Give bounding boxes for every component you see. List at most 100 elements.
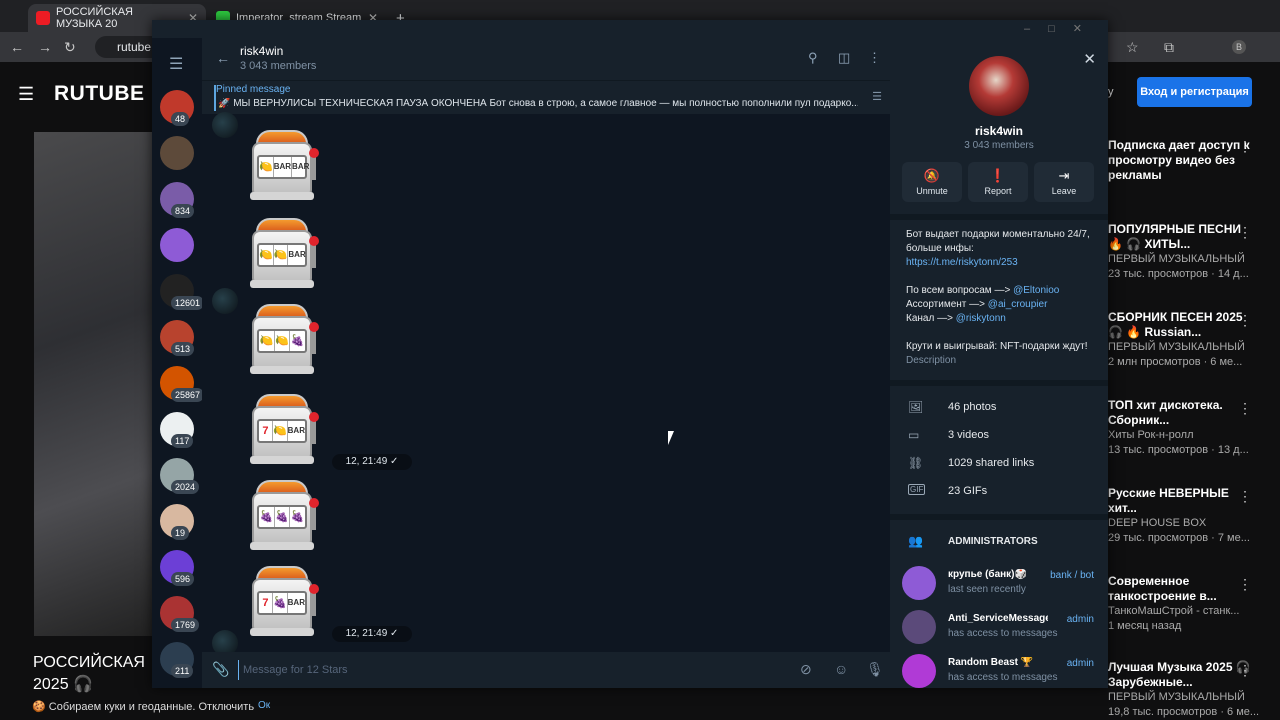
slot-reel: BAR — [288, 250, 306, 259]
window-controls[interactable]: –□✕ — [1024, 22, 1100, 35]
more-menu-icon[interactable]: ⋮ — [868, 50, 881, 66]
media-label: 1029 shared links — [948, 457, 1035, 469]
emoji-icon[interactable]: ☺ — [834, 661, 848, 677]
rutube-logo[interactable]: RUTUBE — [54, 82, 145, 106]
avatar — [902, 654, 936, 688]
slot-machine-sticker[interactable]: 7 🍋 BAR — [248, 394, 322, 468]
video-card[interactable]: Современное танкостроение в... ТанкоМашСт… — [1108, 574, 1256, 634]
kebab-icon[interactable]: ⋮ — [1238, 576, 1252, 593]
video-card[interactable]: СБОРНИК ПЕСЕН 2025 🎧 🔥 Russian... ПЕРВЫЙ … — [1108, 310, 1256, 370]
unread-badge: 2024 — [171, 480, 200, 494]
slot-reel: 🍇 — [275, 507, 291, 527]
slot-reel: BAR — [287, 598, 305, 607]
microphone-icon[interactable]: 🎙 — [866, 661, 884, 678]
message-input[interactable] — [238, 660, 758, 680]
kebab-icon[interactable]: ⋮ — [1238, 312, 1252, 329]
media-videos-row[interactable]: ▭ 3 videos — [890, 424, 1108, 446]
video-card-meta: DEEP HOUSE BOX 29 тыс. просмотров · 7 ме… — [1108, 517, 1250, 544]
slot-reel: 🍋 — [259, 245, 274, 265]
slot-reels: 🍋 🍋 🍇 — [257, 329, 307, 353]
message-timestamp: 12, 21:49 ✓ — [332, 626, 412, 642]
pinned-message-bar[interactable]: Pinned message 🚀 МЫ ВЕРНУЛИСЫ ТЕХНИЧЕСКА… — [202, 80, 890, 114]
menu-icon[interactable]: ☰ — [18, 84, 34, 105]
channel-link[interactable]: @riskytonn — [956, 313, 1006, 324]
slot-machine-sticker[interactable]: 7 🍇 BAR — [248, 566, 322, 640]
report-button[interactable]: ❗ Report — [968, 162, 1028, 202]
admin-status: has access to messages — [948, 628, 1058, 639]
admin-role: bank / bot — [1050, 570, 1094, 581]
slot-machine-sticker[interactable]: 🍇 🍇 🍇 — [248, 480, 322, 554]
slot-lever — [312, 592, 316, 616]
back-arrow-icon[interactable]: ← — [10, 39, 24, 55]
media-gifs-row[interactable]: GIF 23 GIFs — [890, 480, 1108, 502]
slot-machine-sticker[interactable]: 🍋 BAR BAR — [248, 130, 322, 204]
kebab-icon[interactable]: ⋮ — [1238, 488, 1252, 505]
back-arrow-icon[interactable]: ← — [216, 50, 230, 66]
bell-off-icon: 🔕 — [923, 168, 941, 183]
unread-badge: 12601 — [171, 296, 205, 310]
video-card-meta: ПЕРВЫЙ МУЗЫКАЛЬНЫЙ 23 тыс. просмотров · … — [1108, 253, 1249, 280]
video-card[interactable]: Лучшая Музыка 2025 🎧 Зарубежные... ПЕРВЫЙ… — [1108, 660, 1260, 720]
leave-icon: ⇥ — [1058, 168, 1070, 183]
kebab-icon[interactable]: ⋮ — [1238, 224, 1252, 241]
unread-badge: 117 — [171, 434, 194, 448]
sidebar-toggle-icon[interactable]: ◫ — [838, 50, 850, 66]
chat-avatar[interactable] — [969, 56, 1029, 116]
slot-reel: 🍇 — [290, 335, 305, 347]
sidebar-promo[interactable]: Подписка дает доступ к просмотру видео б… — [1108, 138, 1256, 183]
video-card-title: Русские НЕВЕРНЫЕ хит... — [1108, 486, 1229, 515]
unmute-button[interactable]: 🔕 Unmute — [902, 162, 962, 202]
search-icon[interactable]: ⚲ — [808, 50, 818, 66]
sender-avatar[interactable] — [212, 112, 238, 138]
slot-base — [250, 192, 314, 200]
media-photos-row[interactable]: 🖼 46 photos — [890, 396, 1108, 418]
profile-avatar[interactable]: B — [1232, 40, 1246, 54]
media-links-row[interactable]: ⛓ 1029 shared links — [890, 452, 1108, 474]
forward-arrow-icon[interactable]: → — [38, 39, 52, 55]
chat-header[interactable]: ← risk4win 3 043 members ⚲ ◫ ⋮ — [202, 38, 890, 80]
admin-role: admin — [1066, 658, 1094, 669]
chat-description: Бот выдает подарки моментально 24/7, бол… — [906, 228, 1100, 368]
slot-machine-sticker[interactable]: 🍋 🍋 🍇 — [248, 304, 322, 378]
close-icon[interactable]: ✕ — [1083, 50, 1096, 68]
video-card[interactable]: ПОПУЛЯРНЫЕ ПЕСНИ 🔥 🎧 ХИТЫ... ПЕРВЫЙ МУЗЫК… — [1108, 222, 1256, 282]
extensions-icon[interactable]: ⧉ — [1164, 39, 1174, 56]
kebab-icon[interactable]: ⋮ — [1238, 662, 1252, 679]
desc-line: Бот выдает подарки моментально 24/7, бол… — [906, 229, 1090, 254]
video-player[interactable] — [34, 132, 152, 636]
slot-machine-sticker[interactable]: 🍋 🍋 BAR — [248, 218, 322, 292]
bot-commands-icon[interactable]: ⊘ — [800, 661, 812, 678]
chat-avatar[interactable] — [160, 228, 194, 262]
admin-row[interactable]: крупье (банк)🎲 last seen recently bank /… — [890, 562, 1108, 602]
photo-icon: 🖼 — [908, 400, 924, 414]
admin-name: Anti_ServiceMessageB... — [948, 613, 1048, 624]
video-card[interactable]: ТОП хит дискотека. Сборник... Хиты Рок-н-… — [1108, 398, 1256, 458]
attach-icon[interactable]: 📎 — [212, 661, 229, 678]
avatar — [902, 566, 936, 600]
slot-knob — [309, 148, 319, 158]
bookmark-star-icon[interactable]: ☆ — [1126, 39, 1139, 56]
admin-row[interactable]: Random Beast 🏆 has access to messages ad… — [890, 650, 1108, 688]
admin-status: last seen recently — [948, 584, 1026, 595]
slot-reel: 🍋 — [275, 331, 291, 351]
desc-link[interactable]: https://t.me/riskytonn/253 — [906, 256, 1100, 270]
leave-button[interactable]: ⇥ Leave — [1034, 162, 1094, 202]
chat-list-column: ☰ 48 834 12601 513 25867 117 2024 19 596 1769 211 — [152, 38, 205, 688]
cookie-ok-button[interactable]: Ок — [258, 700, 270, 711]
video-card-meta: ПЕРВЫЙ МУЗЫКАЛЬНЫЙ 19,8 тыс. просмотров … — [1108, 691, 1260, 718]
video-card[interactable]: Русские НЕВЕРНЫЕ хит... DEEP HOUSE BOX 29… — [1108, 486, 1256, 546]
slot-reel: 🍋 — [259, 157, 274, 177]
slot-knob — [309, 412, 319, 422]
contact-link[interactable]: @Eltonioo — [1013, 285, 1059, 296]
kebab-icon[interactable]: ⋮ — [1238, 400, 1252, 417]
admin-row[interactable]: Anti_ServiceMessageB... has access to me… — [890, 606, 1108, 646]
sender-avatar[interactable] — [212, 288, 238, 314]
hamburger-menu-icon[interactable]: ☰ — [169, 54, 183, 74]
chat-avatar[interactable] — [160, 136, 194, 170]
unread-badge: 211 — [171, 664, 194, 678]
login-button[interactable]: Вход и регистрация — [1137, 77, 1252, 107]
pin-list-icon[interactable]: ☰ — [872, 90, 882, 103]
reload-icon[interactable]: ↻ — [64, 39, 76, 56]
kebab-icon[interactable]: ⋮ — [1238, 138, 1252, 155]
contact-link[interactable]: @ai_croupier — [988, 299, 1048, 310]
